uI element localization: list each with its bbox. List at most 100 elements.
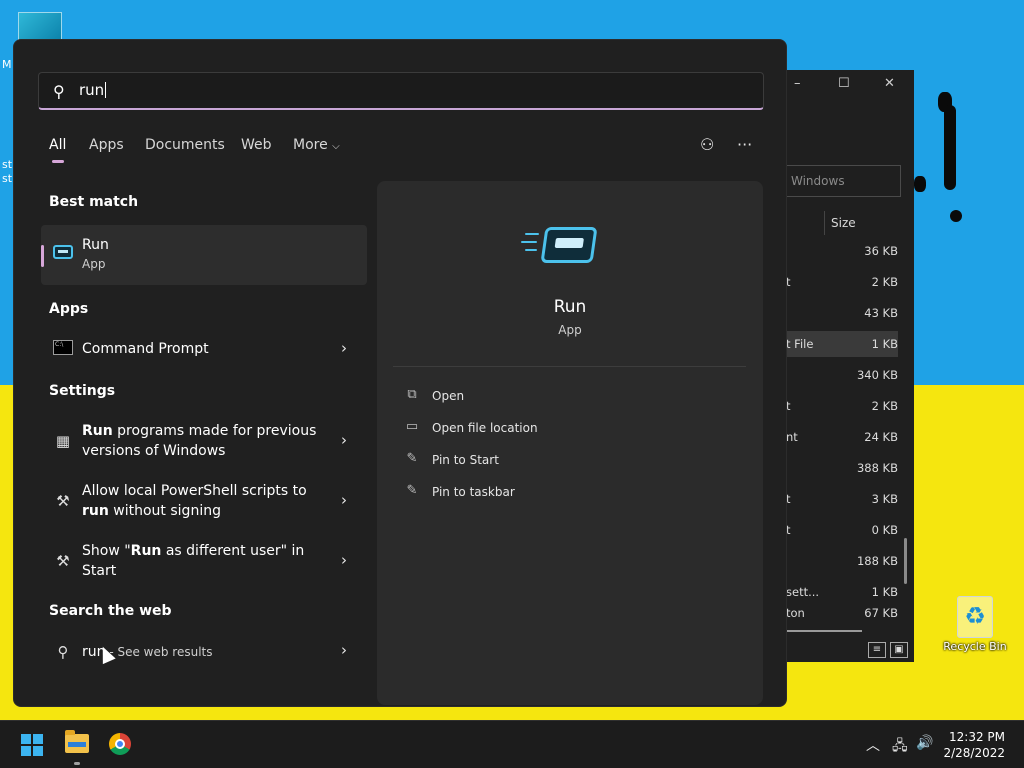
web-result-item[interactable]: ⚲ run - See web results › (41, 632, 367, 672)
file-row[interactable]: 43 KB (786, 300, 898, 326)
close-button[interactable]: ✕ (884, 76, 895, 91)
tab-web[interactable]: Web (241, 137, 272, 153)
chevron-right-icon[interactable]: › (341, 491, 347, 509)
file-size: 36 KB (864, 244, 898, 258)
file-size: 340 KB (856, 368, 898, 382)
file-row[interactable]: ton 67 KB (786, 607, 898, 619)
compatibility-icon: ▦ (55, 432, 71, 450)
file-row[interactable]: t0 KB (786, 517, 898, 543)
setting-title-line2: versions of Windows (82, 443, 226, 459)
file-row[interactable]: 188 KB (786, 548, 898, 574)
chevron-right-icon[interactable]: › (341, 339, 347, 357)
file-row[interactable]: 340 KB (786, 362, 898, 388)
file-row[interactable]: t3 KB (786, 486, 898, 512)
best-match-subtitle: App (82, 257, 106, 271)
best-match-item[interactable]: Run App (41, 225, 367, 285)
share-feedback-icon[interactable]: ⚇ (700, 135, 714, 154)
desktop-icon-label: M (2, 58, 12, 71)
tab-apps[interactable]: Apps (89, 137, 124, 153)
run-app-large-icon (540, 227, 598, 263)
search-panel: ⚲ run All Apps Documents Web More ⌵ ⚇ ··… (13, 39, 787, 707)
search-icon: ⚲ (57, 643, 69, 661)
wallpaper-paint-mark (914, 176, 926, 192)
setting-title-line1: Run programs made for previous (82, 423, 317, 439)
desktop-icon-label: st (2, 172, 13, 185)
setting-title-line1: Allow local PowerShell scripts to (82, 483, 307, 499)
file-size: 188 KB (856, 554, 898, 568)
search-box[interactable]: ⚲ run (38, 72, 764, 110)
file-explorer-icon[interactable] (65, 730, 89, 753)
large-icons-view-icon[interactable]: ▣ (890, 642, 908, 658)
size-column-header[interactable]: Size (824, 211, 856, 235)
chevron-right-icon[interactable]: › (341, 551, 347, 569)
show-hidden-icons-chevron-icon[interactable]: ︿ (866, 735, 880, 755)
file-size: 3 KB (871, 492, 898, 506)
command-prompt-icon: C:\ (53, 340, 73, 360)
file-size: 24 KB (864, 430, 898, 444)
search-input[interactable]: run (79, 81, 107, 99)
file-row-selected[interactable]: t File 1 KB (786, 331, 898, 357)
setting-title-line2: run without signing (82, 503, 221, 519)
setting-title-line2: Start (82, 563, 117, 579)
file-size: 1 KB (871, 337, 898, 351)
settings-item-run-as-user[interactable]: ⚒ Show "Run as different user" in Start … (41, 535, 367, 587)
desktop-icon-label: st (2, 158, 13, 171)
settings-item-powershell[interactable]: ⚒ Allow local PowerShell scripts to run … (41, 475, 367, 527)
recycle-bin-icon: ♻ (957, 596, 993, 638)
file-name: nt (786, 430, 798, 444)
volume-icon[interactable]: 🔊 (916, 735, 933, 751)
tab-more[interactable]: More ⌵ (293, 137, 340, 153)
run-speed-line (525, 233, 539, 235)
recycle-bin[interactable]: ♻ Recycle Bin (942, 596, 1008, 653)
selection-indicator (41, 245, 44, 267)
run-speed-line (521, 241, 537, 243)
preview-subtitle: App (558, 323, 582, 337)
file-explorer-window: – ☐ ✕ Windows Size 36 KB t2 KB 43 KB t F… (786, 70, 914, 662)
start-button[interactable] (21, 734, 43, 756)
action-label: Open (432, 389, 465, 403)
developer-settings-icon: ⚒ (56, 492, 70, 510)
section-best-match: Best match (49, 194, 139, 210)
text-caret (105, 82, 107, 98)
more-options-icon[interactable]: ··· (737, 135, 752, 154)
section-settings: Settings (49, 383, 116, 399)
system-clock[interactable]: 12:32 PM 2/28/2022 (935, 729, 1005, 761)
tab-all[interactable]: All (49, 137, 66, 153)
section-search-the-web: Search the web (49, 603, 172, 619)
file-size: 1 KB (871, 585, 898, 599)
file-row[interactable]: t2 KB (786, 393, 898, 419)
pin-icon: ✎ (406, 451, 418, 466)
file-row[interactable]: 36 KB (786, 238, 898, 264)
file-name: ton (786, 607, 805, 619)
explorer-search-field[interactable]: Windows (786, 165, 901, 197)
app-item-command-prompt[interactable]: C:\ Command Prompt › (41, 329, 367, 371)
chevron-right-icon[interactable]: › (341, 431, 347, 449)
chevron-right-icon[interactable]: › (341, 641, 347, 659)
maximize-button[interactable]: ☐ (838, 76, 850, 91)
minimize-button[interactable]: – (794, 76, 801, 91)
file-size: 388 KB (856, 461, 898, 475)
preview-title: Run (553, 297, 587, 317)
folder-icon: ▭ (405, 419, 419, 434)
settings-item-compatibility[interactable]: ▦ Run programs made for previous version… (41, 415, 367, 467)
chevron-down-icon: ⌵ (332, 141, 340, 152)
horizontal-scrollbar[interactable] (786, 630, 862, 632)
file-row[interactable]: nt 24 KB (786, 424, 898, 450)
pin-icon: ✎ (406, 483, 418, 498)
action-label: Pin to Start (432, 453, 499, 467)
file-row[interactable]: sett... 1 KB (786, 579, 898, 605)
divider (393, 366, 746, 367)
file-name: sett... (786, 585, 820, 599)
file-row[interactable]: t2 KB (786, 269, 898, 295)
file-size: 2 KB (871, 399, 898, 413)
tab-documents[interactable]: Documents (145, 137, 225, 153)
chrome-icon[interactable] (109, 733, 131, 755)
file-name: t File (786, 337, 814, 351)
file-size: 2 KB (871, 275, 898, 289)
file-row[interactable]: 388 KB (786, 455, 898, 481)
tab-more-label: More (293, 137, 328, 153)
vertical-scrollbar[interactable] (904, 538, 907, 584)
network-icon[interactable]: 🖧 (892, 735, 908, 759)
search-icon: ⚲ (53, 82, 65, 101)
details-view-icon[interactable]: ≡ (868, 642, 886, 658)
